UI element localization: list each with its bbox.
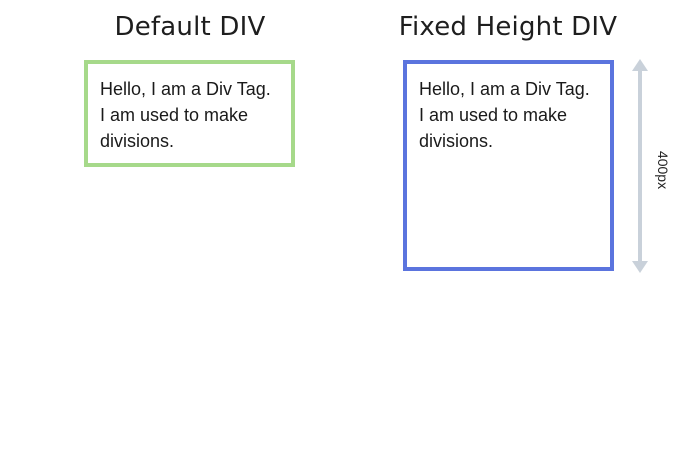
height-label-text: 400px [655, 150, 671, 190]
fixed-height-div-box: Hello, I am a Div Tag. I am used to make… [403, 60, 614, 271]
fixed-height-div-title: Fixed Height DIV [398, 12, 618, 42]
default-div-text: Hello, I am a Div Tag. I am used to make… [100, 79, 271, 151]
height-label: 400px [648, 150, 678, 190]
default-div-title: Default DIV [114, 12, 266, 42]
fixed-height-div-text: Hello, I am a Div Tag. I am used to make… [419, 79, 590, 151]
default-div-box: Hello, I am a Div Tag. I am used to make… [84, 60, 295, 167]
